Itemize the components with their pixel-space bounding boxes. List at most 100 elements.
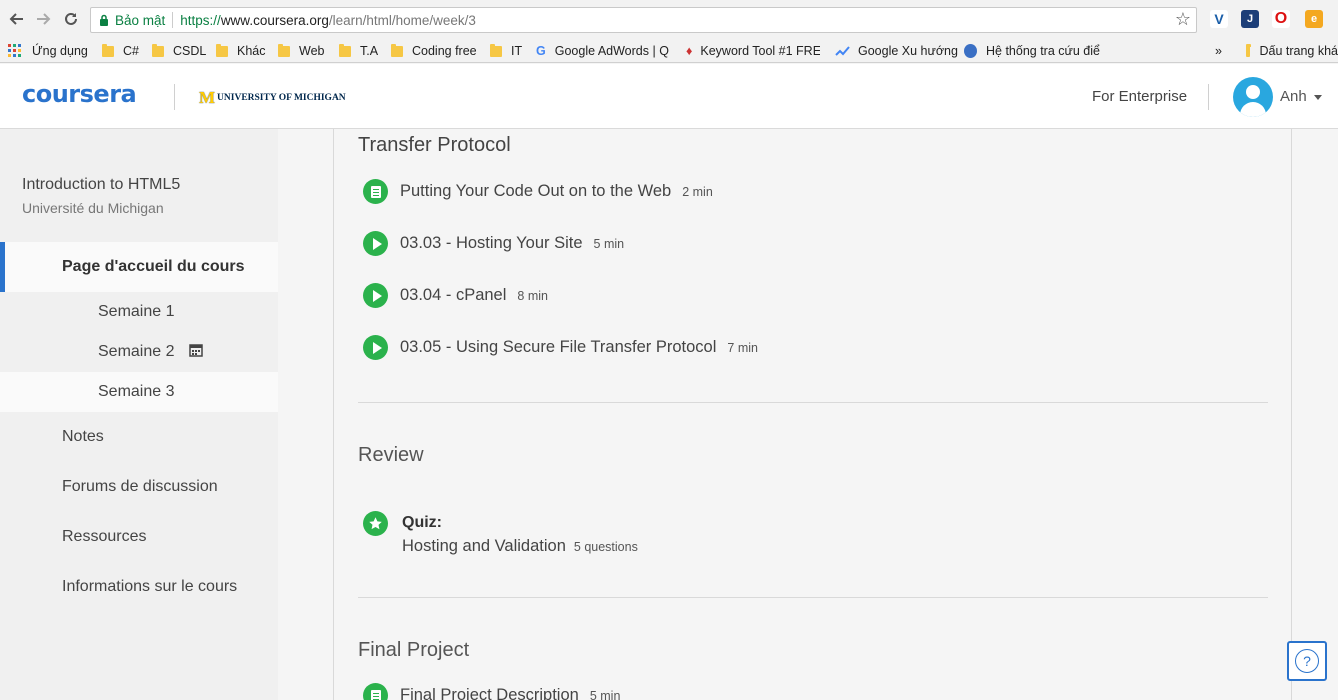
bookmark-apps[interactable]: Ứng dụng: [8, 42, 88, 60]
sidebar-item-home[interactable]: Page d'accueil du cours: [0, 242, 278, 292]
other-bookmarks[interactable]: Dấu trang khá: [1246, 42, 1338, 60]
reload-button[interactable]: [58, 6, 84, 32]
reading-icon: [363, 683, 388, 700]
sidebar-item-label: Semaine 2: [98, 343, 175, 360]
more-label: »: [1215, 44, 1222, 58]
bookmark-label: CSDL: [173, 44, 207, 58]
item-name: Final Project Description: [400, 686, 579, 700]
globe-icon: [964, 44, 977, 58]
item-duration: 8 min: [517, 288, 548, 303]
extension-v-icon[interactable]: V: [1210, 10, 1228, 28]
avatar[interactable]: [1233, 77, 1273, 117]
bookmark-folder[interactable]: CSDL: [152, 42, 206, 60]
course-university: Université du Michigan: [22, 200, 164, 216]
sidebar-item-forums[interactable]: Forums de discussion: [62, 478, 218, 496]
folder-icon: [152, 43, 164, 57]
sidebar-item-week-1[interactable]: Semaine 1: [98, 303, 175, 321]
bookmark-folder[interactable]: Khác: [216, 42, 266, 60]
bookmark-folder[interactable]: Coding free: [391, 42, 477, 60]
section-title-final-project: Final Project: [358, 639, 470, 661]
star-icon: [363, 511, 388, 536]
address-bar[interactable]: Bảo mật https://www.coursera.org/learn/h…: [90, 7, 1197, 33]
list-item-video[interactable]: 03.03 - Hosting Your Site 5 min: [363, 231, 624, 256]
folder-icon: [102, 43, 114, 57]
lock-icon: [100, 14, 108, 26]
folder-icon: [216, 43, 228, 57]
bookmark-tra-cuu[interactable]: Hệ thống tra cứu điể: [964, 42, 1100, 60]
umich-m-logo: M: [199, 88, 216, 107]
help-icon: ?: [1295, 649, 1319, 673]
sidebar-item-label: Page d'accueil du cours: [62, 258, 245, 275]
bookmark-folder[interactable]: C#: [102, 42, 139, 60]
week-content-card: Transfer Protocol Putting Your Code Out …: [333, 129, 1292, 700]
list-item-video[interactable]: 03.04 - cPanel 8 min: [363, 283, 548, 308]
bookmarks-bar: Ứng dụng C# CSDL Khác Web T.A Coding fre…: [0, 38, 1338, 63]
item-name: Putting Your Code Out on to the Web: [400, 182, 672, 200]
item-name: 03.05 - Using Secure File Transfer Proto…: [400, 338, 717, 356]
back-button[interactable]: [4, 6, 30, 32]
bookmark-google-trends[interactable]: Google Xu hướng: [835, 42, 958, 60]
apps-grid-icon: [8, 44, 21, 57]
section-title-review: Review: [358, 444, 424, 466]
bookmark-label: Hệ thống tra cứu điể: [986, 44, 1100, 58]
play-icon: [363, 283, 388, 308]
course-title[interactable]: Introduction to HTML5: [22, 176, 180, 194]
secure-indicator[interactable]: Bảo mật: [91, 13, 165, 28]
bookmark-keyword-tool[interactable]: ♦ Keyword Tool #1 FRE: [686, 42, 820, 60]
quiz-name: Hosting and Validation: [402, 537, 566, 555]
folder-icon: [391, 43, 403, 57]
coursera-logo[interactable]: coursera: [22, 80, 137, 108]
reading-icon: [363, 179, 388, 204]
url-scheme: https://: [180, 12, 221, 28]
url-path: /learn/html/home/week/3: [328, 12, 476, 28]
quiz-label: Quiz:: [402, 514, 442, 531]
bookmark-folder[interactable]: Web: [278, 42, 324, 60]
trends-chart-icon: [835, 46, 850, 56]
chevron-down-icon[interactable]: [1314, 95, 1322, 100]
play-icon: [363, 231, 388, 256]
play-icon: [363, 335, 388, 360]
user-name[interactable]: Anh: [1280, 88, 1307, 105]
browser-toolbar: Bảo mật https://www.coursera.org/learn/h…: [0, 0, 1338, 38]
sidebar-item-week-2[interactable]: Semaine 2: [98, 343, 203, 361]
bookmark-label: Khác: [237, 44, 266, 58]
bookmark-folder[interactable]: IT: [490, 42, 522, 60]
sidebar-item-resources[interactable]: Ressources: [62, 528, 146, 546]
bookmark-label: Coding free: [412, 44, 477, 58]
extension-e-icon[interactable]: e: [1305, 10, 1323, 28]
partner-name: UNIVERSITY OF MICHIGAN: [217, 92, 346, 103]
list-item-reading[interactable]: Final Project Description 5 min: [363, 683, 620, 700]
item-name: 03.03 - Hosting Your Site: [400, 234, 583, 252]
university-logo[interactable]: M UNIVERSITY OF MICHIGAN: [199, 89, 346, 106]
bookmark-label: Google AdWords | Q: [554, 44, 669, 58]
sidebar-item-week-3[interactable]: Semaine 3: [98, 383, 175, 401]
bookmark-folder[interactable]: T.A: [339, 42, 378, 60]
header-divider: [174, 84, 175, 110]
item-name: 03.04 - cPanel: [400, 286, 507, 304]
help-button[interactable]: ?: [1287, 641, 1327, 681]
calendar-icon: [189, 344, 203, 357]
google-g-icon: G: [536, 44, 546, 58]
sidebar-item-notes[interactable]: Notes: [62, 428, 104, 446]
bookmarks-overflow-button[interactable]: »: [1215, 42, 1222, 60]
bookmark-label: IT: [511, 44, 523, 58]
lesson-title: Transfer Protocol: [358, 134, 511, 156]
extension-opera-icon[interactable]: O: [1272, 10, 1290, 28]
folder-icon: [278, 43, 290, 57]
section-divider: [358, 597, 1268, 598]
extension-j-icon[interactable]: J: [1241, 10, 1259, 28]
bookmark-adwords[interactable]: G Google AdWords | Q: [536, 42, 670, 60]
folder-icon: [1246, 43, 1252, 57]
secure-label: Bảo mật: [115, 12, 166, 28]
list-item-video[interactable]: 03.05 - Using Secure File Transfer Proto…: [363, 335, 758, 360]
bookmark-label: Web: [299, 44, 325, 58]
sidebar-item-course-info[interactable]: Informations sur le cours: [62, 578, 237, 596]
reload-icon: [65, 12, 77, 25]
for-enterprise-link[interactable]: For Enterprise: [1092, 88, 1187, 105]
bookmark-star-icon[interactable]: ☆: [1175, 9, 1191, 30]
forward-arrow-icon: [37, 13, 51, 25]
forward-button[interactable]: [30, 6, 56, 32]
bookmark-label: Ứng dụng: [32, 44, 88, 58]
list-item-reading[interactable]: Putting Your Code Out on to the Web 2 mi…: [363, 179, 713, 204]
folder-icon: [339, 43, 351, 57]
